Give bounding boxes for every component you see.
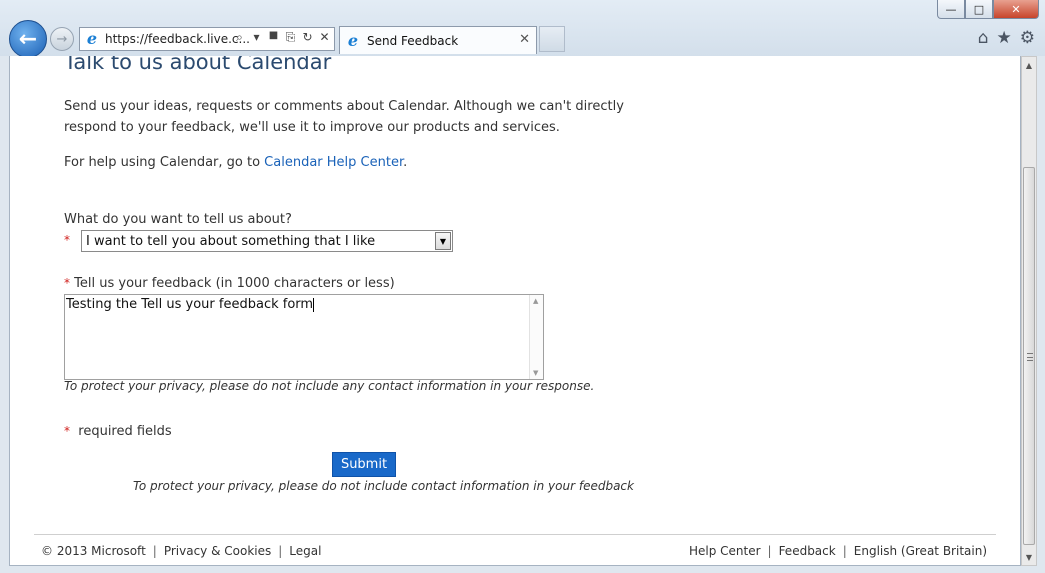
help-suffix: .	[403, 155, 408, 170]
feedback-textarea-value: Testing the Tell us your feedback form	[66, 297, 314, 312]
legal-link[interactable]: Legal	[289, 544, 321, 558]
topic-required-star: *	[64, 233, 70, 247]
lock-icon[interactable]: ■	[267, 30, 280, 45]
feedback-label: * Tell us your feedback (in 1000 charact…	[64, 276, 395, 291]
page-title: Talk to us about Calendar	[64, 56, 332, 74]
close-window-button[interactable]: ✕	[993, 0, 1039, 19]
topic-select-value: I want to tell you about something that …	[86, 233, 376, 249]
chevron-down-icon[interactable]: ▼	[435, 232, 451, 250]
address-bar-icons: ⌕ ▾ ■ ⎘ ↻ ✕	[233, 30, 331, 45]
scroll-down-icon[interactable]: ▼	[533, 369, 538, 377]
language-link[interactable]: English (Great Britain)	[854, 544, 987, 558]
browser-chrome: — □ ✕ ← → e https://feedback.live.c... ⌕…	[0, 0, 1045, 58]
scroll-down-icon[interactable]: ▼	[1022, 549, 1036, 565]
toolbar-icons: ⌂ ★ ⚙	[978, 28, 1035, 48]
footer-separator: |	[767, 544, 772, 558]
tools-gear-icon[interactable]: ⚙	[1020, 28, 1035, 48]
footer-divider	[34, 534, 996, 535]
help-prefix: For help using Calendar, go to	[64, 155, 265, 170]
address-url[interactable]: https://feedback.live.c...	[105, 32, 250, 46]
scroll-up-icon[interactable]: ▲	[533, 297, 538, 305]
ie-logo-icon: e	[86, 29, 98, 48]
required-star: *	[64, 424, 70, 438]
compatibility-view-icon[interactable]: ⎘	[284, 30, 297, 45]
forward-button[interactable]: →	[50, 27, 74, 51]
feedback-page: Talk to us about Calendar Send us your i…	[10, 56, 1020, 565]
text-caret	[313, 298, 315, 312]
home-icon[interactable]: ⌂	[978, 28, 989, 48]
minimize-button[interactable]: —	[937, 0, 965, 19]
back-button[interactable]: ←	[9, 20, 47, 58]
required-fields-note: * required fields	[64, 424, 172, 439]
page-viewport: Talk to us about Calendar Send us your i…	[9, 56, 1021, 566]
window-controls: — □ ✕	[937, 0, 1039, 19]
tab-close-icon[interactable]: ✕	[519, 32, 530, 47]
feedback-footer-link[interactable]: Feedback	[779, 544, 836, 558]
footer-separator: |	[278, 544, 283, 558]
tab-favicon-icon: e	[347, 30, 359, 50]
feedback-required-star: *	[64, 276, 70, 290]
stop-icon[interactable]: ✕	[318, 30, 331, 45]
page-scrollbar[interactable]: ▲ ▼	[1021, 56, 1037, 566]
intro-text: Send us your ideas, requests or comments…	[64, 99, 624, 135]
scrollbar-grip-icon	[1027, 353, 1033, 361]
back-arrow-icon: ←	[18, 26, 38, 52]
scrollbar-thumb[interactable]	[1023, 167, 1035, 545]
help-line: For help using Calendar, go to Calendar …	[64, 155, 407, 170]
privacy-note: To protect your privacy, please do not i…	[64, 379, 595, 393]
refresh-icon[interactable]: ↻	[301, 30, 314, 45]
status-bar	[0, 566, 1045, 573]
privacy-cookies-link[interactable]: Privacy & Cookies	[164, 544, 271, 558]
privacy-note-secondary: To protect your privacy, please do not i…	[133, 479, 634, 493]
favorites-star-icon[interactable]: ★	[997, 28, 1012, 48]
footer-left: © 2013 Microsoft | Privacy & Cookies | L…	[41, 544, 321, 558]
topic-label: What do you want to tell us about?	[64, 212, 292, 227]
copyright: © 2013 Microsoft	[41, 544, 146, 558]
footer-separator: |	[842, 544, 847, 558]
footer-right: Help Center | Feedback | English (Great …	[689, 544, 987, 558]
forward-arrow-icon: →	[56, 31, 68, 47]
required-fields-text: required fields	[78, 424, 172, 439]
maximize-button[interactable]: □	[965, 0, 993, 19]
scroll-up-icon[interactable]: ▲	[1022, 57, 1036, 73]
footer-separator: |	[152, 544, 157, 558]
address-bar[interactable]: e https://feedback.live.c... ⌕ ▾ ■ ⎘ ↻ ✕	[79, 27, 335, 51]
help-center-link[interactable]: Calendar Help Center	[264, 155, 403, 170]
textarea-scrollbar[interactable]: ▲ ▼	[529, 295, 543, 379]
feedback-textarea[interactable]: Testing the Tell us your feedback form ▲…	[64, 294, 544, 380]
tab-title: Send Feedback	[367, 33, 459, 48]
new-tab-button[interactable]	[539, 26, 565, 52]
feedback-label-text: Tell us your feedback (in 1000 character…	[74, 276, 395, 291]
tab-send-feedback[interactable]: e Send Feedback ✕	[339, 26, 537, 54]
submit-button[interactable]: Submit	[332, 452, 396, 477]
topic-select[interactable]: I want to tell you about something that …	[81, 230, 453, 252]
dropdown-icon[interactable]: ▾	[250, 30, 263, 45]
help-center-footer-link[interactable]: Help Center	[689, 544, 761, 558]
search-icon[interactable]: ⌕	[233, 30, 246, 45]
